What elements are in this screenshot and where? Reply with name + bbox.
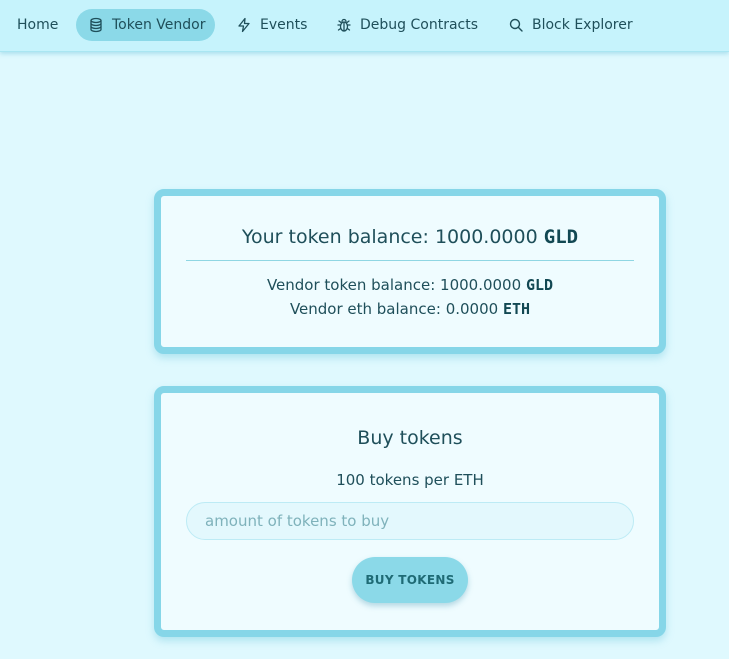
user-balance-label: Your token balance:	[241, 226, 429, 248]
vendor-token-amount: 1000.0000	[440, 276, 522, 294]
divider	[186, 260, 634, 261]
nav-events[interactable]: Events	[224, 9, 319, 41]
nav-token-vendor[interactable]: Token Vendor	[76, 9, 215, 41]
buy-tokens-card: Buy tokens 100 tokens per ETH BUY TOKENS	[154, 386, 666, 637]
balance-card: Your token balance: 1000.0000 GLD Vendor…	[154, 189, 666, 354]
user-balance-symbol: GLD	[543, 226, 579, 248]
vendor-eth-symbol: ETH	[502, 300, 531, 318]
nav-home-label: Home	[17, 17, 59, 33]
amount-input[interactable]	[186, 502, 634, 540]
vendor-token-symbol: GLD	[525, 276, 554, 294]
vendor-token-label: Vendor token balance:	[266, 276, 436, 294]
top-navbar: Home Token Vendor Events Debug Contracts…	[0, 0, 729, 52]
user-balance-amount: 1000.0000	[434, 226, 538, 248]
token-rate: 100 tokens per ETH	[336, 471, 484, 489]
nav-debug-contracts[interactable]: Debug Contracts	[324, 9, 490, 41]
buy-tokens-title: Buy tokens	[357, 427, 463, 449]
coins-stack-icon	[88, 17, 104, 33]
nav-block-explorer[interactable]: Block Explorer	[496, 9, 645, 41]
vendor-eth-label: Vendor eth balance:	[289, 300, 441, 318]
vendor-eth-amount: 0.0000	[445, 300, 499, 318]
nav-block-explorer-label: Block Explorer	[532, 17, 633, 33]
nav-token-vendor-label: Token Vendor	[112, 17, 206, 33]
nav-home[interactable]: Home	[5, 9, 70, 41]
vendor-eth-balance: Vendor eth balance: 0.0000 ETH	[161, 300, 659, 318]
vendor-token-balance: Vendor token balance: 1000.0000 GLD	[161, 276, 659, 294]
nav-events-label: Events	[260, 17, 308, 33]
bug-icon	[336, 17, 352, 33]
search-icon	[508, 17, 524, 33]
nav-debug-contracts-label: Debug Contracts	[360, 17, 479, 33]
bolt-icon	[236, 17, 252, 33]
buy-tokens-button[interactable]: BUY TOKENS	[352, 557, 468, 603]
user-balance: Your token balance: 1000.0000 GLD	[161, 226, 659, 248]
